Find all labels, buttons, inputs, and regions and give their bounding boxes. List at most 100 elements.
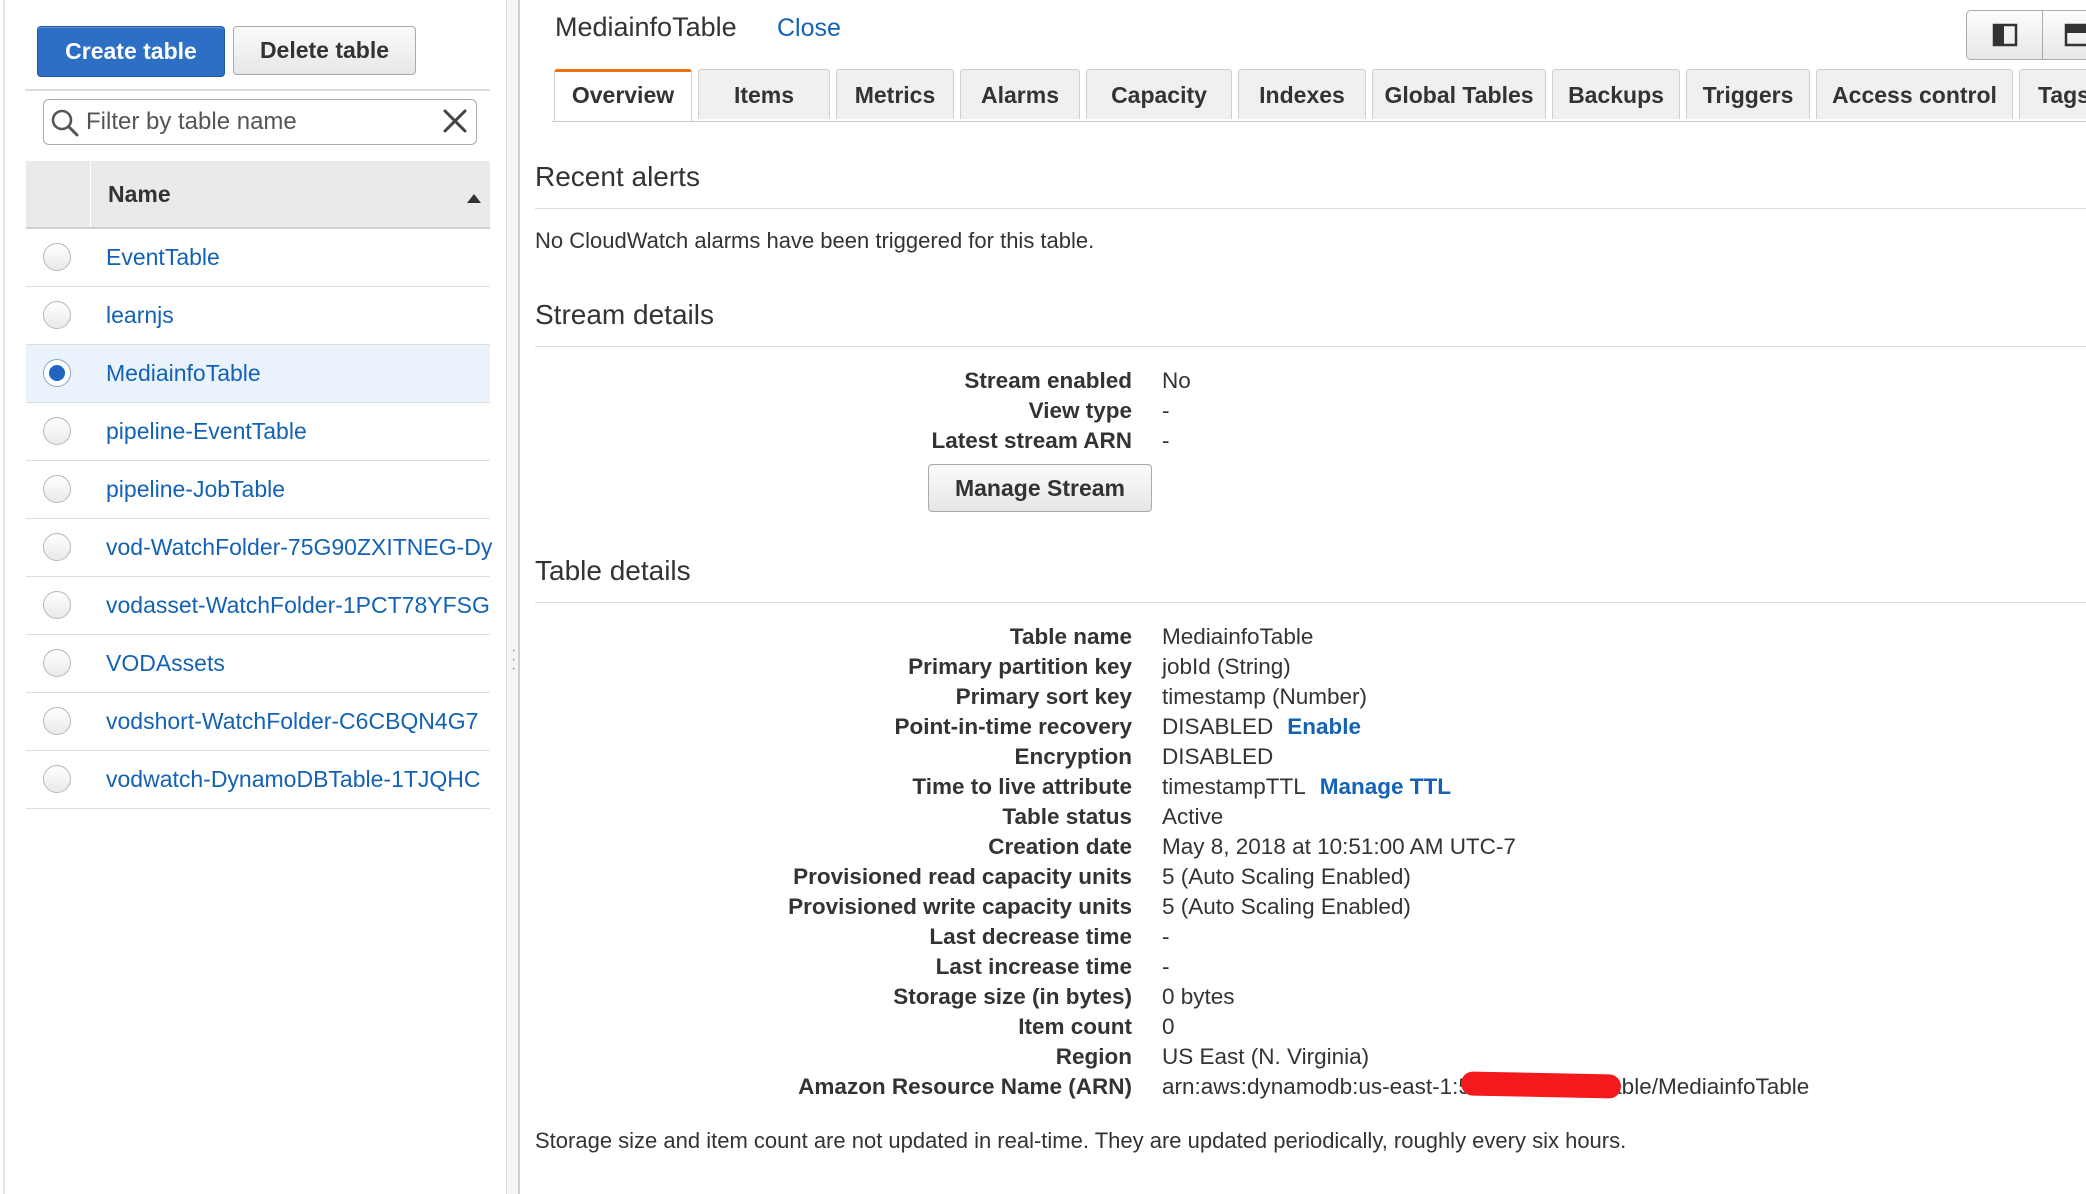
tab-tags[interactable]: Tags — [2019, 69, 2086, 119]
search-icon — [50, 108, 80, 143]
row-radio[interactable] — [43, 243, 71, 271]
table-name-link[interactable]: learnjs — [106, 287, 502, 344]
tab-metrics[interactable]: Metrics — [836, 69, 954, 119]
detail-value: DISABLED Enable — [1162, 714, 1361, 740]
detail-label: Creation date — [988, 834, 1132, 859]
row-radio[interactable] — [43, 417, 71, 445]
table-name-link[interactable]: vodwatch-DynamoDBTable-1TJQHC — [106, 751, 502, 808]
view-toggle — [1966, 10, 2086, 60]
table-row[interactable]: VODAssets — [26, 635, 490, 693]
detail-label: Region — [1055, 1044, 1132, 1069]
filter-box — [43, 99, 477, 145]
detail-value-text: Active — [1162, 804, 1224, 829]
table-name-link[interactable]: EventTable — [106, 229, 502, 286]
split-view-button[interactable] — [1967, 11, 2043, 59]
table-name-link[interactable]: VODAssets — [106, 635, 502, 692]
detail-label: Stream enabled — [964, 368, 1132, 393]
detail-label: Latest stream ARN — [931, 428, 1132, 453]
filter-input[interactable] — [84, 104, 428, 140]
name-column-header[interactable]: Name — [108, 161, 171, 227]
tab-bar: Overview Items Metrics Alarms Capacity Indexe… — [552, 69, 2086, 122]
row-radio[interactable] — [43, 765, 71, 793]
detail-label: Storage size (in bytes) — [893, 984, 1132, 1009]
manage-stream-button[interactable]: Manage Stream — [928, 464, 1152, 512]
close-icon[interactable] — [442, 108, 468, 139]
row-radio[interactable] — [43, 475, 71, 503]
detail-label: Provisioned read capacity units — [793, 864, 1132, 889]
manage-ttl-link[interactable]: Manage TTL — [1320, 774, 1451, 799]
row-radio[interactable] — [43, 301, 71, 329]
detail-value: timestampTTL Manage TTL — [1162, 774, 1451, 800]
divider — [535, 346, 2086, 347]
page-title: MediainfoTable — [555, 12, 737, 42]
drag-handle-icon[interactable]: · · · — [511, 643, 516, 677]
pane-splitter[interactable]: · · · — [506, 0, 520, 1194]
enable-link[interactable]: Enable — [1287, 714, 1361, 739]
table-name-link[interactable]: vodshort-WatchFolder-C6CBQN4G7 — [106, 693, 502, 750]
row-radio[interactable] — [43, 707, 71, 735]
detail-value: - — [1162, 924, 1170, 950]
detail-value-text: MediainfoTable — [1162, 624, 1314, 649]
detail-label: Primary sort key — [955, 684, 1132, 709]
split-view-icon — [1967, 23, 2042, 63]
table-row[interactable]: vodasset-WatchFolder-1PCT78YFSG — [26, 577, 490, 635]
create-table-button[interactable]: Create table — [37, 26, 225, 77]
table-details-title: Table details — [535, 555, 691, 586]
detail-label: View type — [1028, 398, 1132, 423]
tab-capacity[interactable]: Capacity — [1086, 69, 1232, 119]
table-row[interactable]: EventTable — [26, 229, 490, 287]
footnote: Storage size and item count are not upda… — [535, 1128, 1627, 1153]
arn-suffix: table/MediainfoTable — [1602, 1074, 1810, 1099]
detail-value-text: - — [1162, 398, 1170, 423]
row-radio[interactable] — [43, 359, 71, 387]
detail-label: Time to live attribute — [912, 774, 1132, 799]
divider — [25, 89, 490, 91]
delete-table-button[interactable]: Delete table — [233, 26, 416, 75]
detail-label: Last increase time — [935, 954, 1132, 979]
tab-items[interactable]: Items — [698, 69, 830, 119]
detail-label: Item count — [1018, 1014, 1132, 1039]
table-detail-pane: MediainfoTable Close Overview Items Metric… — [520, 0, 2086, 1194]
row-radio[interactable] — [43, 533, 71, 561]
detail-value-text: May 8, 2018 at 10:51:00 AM UTC-7 — [1162, 834, 1516, 859]
detail-value: 5 (Auto Scaling Enabled) — [1162, 864, 1411, 890]
table-row[interactable]: pipeline-JobTable — [26, 461, 490, 519]
close-link[interactable]: Close — [777, 14, 841, 43]
detail-value-text: - — [1162, 924, 1170, 949]
detail-value-text: 5 (Auto Scaling Enabled) — [1162, 864, 1411, 889]
redaction-mark — [1460, 1071, 1622, 1099]
row-radio[interactable] — [43, 649, 71, 677]
table-name-link[interactable]: pipeline-JobTable — [106, 461, 502, 518]
tab-alarms[interactable]: Alarms — [960, 69, 1080, 119]
detail-value: jobId (String) — [1162, 654, 1291, 680]
detail-value-text: jobId (String) — [1162, 654, 1291, 679]
tab-triggers[interactable]: Triggers — [1686, 69, 1810, 119]
detail-label: Table status — [1002, 804, 1132, 829]
divider — [535, 602, 2086, 603]
detail-value-text: No — [1162, 368, 1191, 393]
detail-value: Active — [1162, 804, 1223, 830]
table-name-link[interactable]: vod-WatchFolder-75G90ZXITNEG-Dу — [106, 519, 502, 576]
table-row[interactable]: vodshort-WatchFolder-C6CBQN4G7 — [26, 693, 490, 751]
table-name-link[interactable]: vodasset-WatchFolder-1PCT78YFSG — [106, 577, 502, 634]
row-radio[interactable] — [43, 591, 71, 619]
tab-global-tables[interactable]: Global Tables — [1372, 69, 1546, 119]
table-name-link[interactable]: pipeline-EventTable — [106, 403, 502, 460]
full-view-icon[interactable] — [2043, 11, 2086, 64]
table-row[interactable]: learnjs — [26, 287, 490, 345]
table-name-link[interactable]: MediainfoTable — [106, 345, 502, 402]
tab-backups[interactable]: Backups — [1552, 69, 1680, 119]
detail-value: No — [1162, 368, 1191, 394]
sort-ascending-icon[interactable] — [467, 190, 481, 208]
table-row[interactable]: MediainfoTable — [26, 345, 490, 403]
tab-access-control[interactable]: Access control — [1816, 69, 2013, 119]
recent-alerts-title: Recent alerts — [535, 161, 700, 192]
detail-value: 0 bytes — [1162, 984, 1235, 1010]
table-row[interactable]: pipeline-EventTable — [26, 403, 490, 461]
tab-indexes[interactable]: Indexes — [1238, 69, 1366, 119]
table-row[interactable]: vodwatch-DynamoDBTable-1TJQHC — [26, 751, 490, 809]
detail-value-text: 5 (Auto Scaling Enabled) — [1162, 894, 1411, 919]
detail-value-text: 0 — [1162, 1014, 1175, 1039]
tab-overview[interactable]: Overview — [554, 69, 692, 121]
table-row[interactable]: vod-WatchFolder-75G90ZXITNEG-Dу — [26, 519, 492, 577]
